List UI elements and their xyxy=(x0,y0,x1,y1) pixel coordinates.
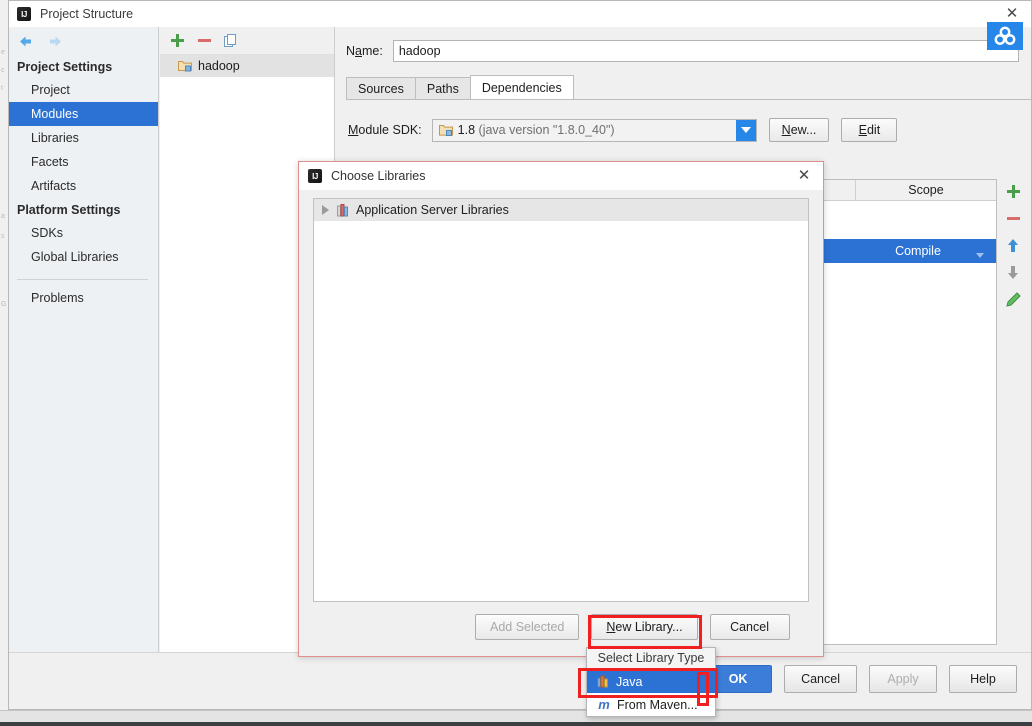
dependency-scope-value: Compile xyxy=(895,244,941,258)
module-sdk-value: 1.8 (java version "1.8.0_40") xyxy=(457,123,615,137)
sidebar-item-global-libraries[interactable]: Global Libraries xyxy=(9,245,158,269)
sidebar-divider xyxy=(17,279,148,280)
intellij-logo-icon: IJ xyxy=(308,169,322,183)
maven-icon: m xyxy=(598,697,610,712)
move-down-icon[interactable] xyxy=(1006,265,1020,280)
copy-icon[interactable] xyxy=(224,33,236,48)
background-ghost-text: c xyxy=(1,67,5,74)
sidebar-item-project[interactable]: Project xyxy=(9,78,158,102)
module-name-row: Name: xyxy=(346,39,1019,63)
dependencies-side-toolbar xyxy=(1000,179,1026,307)
module-name-input[interactable] xyxy=(392,40,1019,62)
background-ghost-text: s xyxy=(1,233,5,240)
sidebar-item-artifacts[interactable]: Artifacts xyxy=(9,174,158,198)
sidebar-item-facets[interactable]: Facets xyxy=(9,150,158,174)
sdk-new-button[interactable]: New... xyxy=(768,118,830,142)
settings-sidebar: Project Settings Project Modules Librari… xyxy=(9,27,159,653)
sidebar-group-platform-settings: Platform Settings xyxy=(17,203,121,217)
ide-bottom-edge xyxy=(0,722,1032,726)
sdk-folder-icon xyxy=(438,124,453,137)
new-library-button[interactable]: New Library... xyxy=(591,614,698,640)
libraries-tree: Application Server Libraries xyxy=(313,198,809,602)
footer-buttons: OK Cancel Apply Help xyxy=(704,665,1017,693)
chevron-right-icon[interactable] xyxy=(322,205,329,215)
sidebar-item-libraries[interactable]: Libraries xyxy=(9,126,158,150)
sidebar-item-problems[interactable]: Problems xyxy=(9,286,158,310)
module-list-item-label: hadoop xyxy=(198,59,240,73)
menu-item-from-maven-label: From Maven... xyxy=(617,697,698,712)
project-structure-footer: OK Cancel Apply Help xyxy=(9,652,1031,709)
select-library-type-header: Select Library Type xyxy=(587,648,715,670)
module-editor-tabs: Sources Paths Dependencies xyxy=(346,75,1031,100)
intellij-logo-icon: IJ xyxy=(17,7,31,21)
choose-libraries-buttons: Add Selected New Library... Cancel xyxy=(475,614,790,640)
apply-button[interactable]: Apply xyxy=(869,665,937,693)
menu-item-java-label: Java xyxy=(616,674,643,689)
menu-item-java[interactable]: Java xyxy=(587,670,715,693)
sdk-edit-button[interactable]: Edit xyxy=(841,118,898,142)
help-button[interactable]: Help xyxy=(949,665,1017,693)
window-title: Project Structure xyxy=(40,7,134,21)
list-item[interactable]: Application Server Libraries xyxy=(314,199,808,221)
sidebar-item-modules[interactable]: Modules xyxy=(9,102,158,126)
sidebar-item-sdks[interactable]: SDKs xyxy=(9,221,158,245)
back-arrow-icon[interactable] xyxy=(17,33,34,50)
background-ghost-text: a xyxy=(1,213,5,220)
collaboration-icon[interactable] xyxy=(987,22,1023,50)
choose-libraries-cancel-button[interactable]: Cancel xyxy=(709,614,790,640)
add-selected-button[interactable]: Add Selected xyxy=(475,614,580,640)
library-icon xyxy=(337,203,350,217)
choose-libraries-footer: Add Selected New Library... Cancel xyxy=(299,604,823,656)
window-titlebar: IJ Project Structure xyxy=(9,1,1031,27)
edit-dependency-icon[interactable] xyxy=(1005,292,1021,307)
java-library-icon xyxy=(597,675,610,688)
add-dependency-icon[interactable] xyxy=(1006,184,1021,199)
close-icon[interactable]: ✕ xyxy=(795,167,813,185)
choose-libraries-titlebar: IJ Choose Libraries xyxy=(299,162,823,190)
sidebar-nav-arrows xyxy=(9,27,158,55)
sidebar-group-project-settings: Project Settings xyxy=(17,60,113,74)
menu-item-from-maven[interactable]: m From Maven... xyxy=(587,693,715,716)
modules-toolbar xyxy=(160,27,334,55)
library-tree-label: Application Server Libraries xyxy=(356,203,509,217)
remove-dependency-icon[interactable] xyxy=(1006,211,1021,226)
choose-libraries-title: Choose Libraries xyxy=(331,169,426,183)
background-ghost-text: G xyxy=(1,301,7,308)
dependencies-col-scope: Scope xyxy=(908,183,944,197)
move-up-icon[interactable] xyxy=(1006,238,1020,253)
tab-sources[interactable]: Sources xyxy=(346,77,416,99)
tab-dependencies[interactable]: Dependencies xyxy=(469,75,574,99)
cancel-button[interactable]: Cancel xyxy=(784,665,857,693)
minus-icon[interactable] xyxy=(197,33,212,48)
forward-arrow-icon[interactable] xyxy=(47,33,64,50)
background-ghost-text: e xyxy=(1,49,5,56)
module-sdk-label: Module SDK: xyxy=(348,123,422,137)
dependency-scope-cell[interactable]: Compile xyxy=(848,244,988,258)
module-list-item-hadoop[interactable]: hadoop xyxy=(160,55,334,77)
plus-icon[interactable] xyxy=(170,33,185,48)
window-close-icon[interactable]: ✕ xyxy=(1003,5,1021,23)
background-ghost-text: t xyxy=(1,85,3,92)
module-name-label: Name: xyxy=(346,44,383,58)
select-library-type-menu: Select Library Type Java m From Maven... xyxy=(586,647,716,717)
module-sdk-row: Module SDK: 1.8 (java version "1.8.0_40"… xyxy=(348,118,1031,142)
tab-paths[interactable]: Paths xyxy=(414,77,471,99)
chevron-down-icon[interactable] xyxy=(735,119,756,141)
choose-libraries-dialog: IJ Choose Libraries ✕ Application Server… xyxy=(298,161,824,657)
chevron-down-icon[interactable] xyxy=(976,253,984,258)
module-folder-icon xyxy=(178,60,192,72)
module-sdk-combobox[interactable]: 1.8 (java version "1.8.0_40") xyxy=(431,118,757,142)
